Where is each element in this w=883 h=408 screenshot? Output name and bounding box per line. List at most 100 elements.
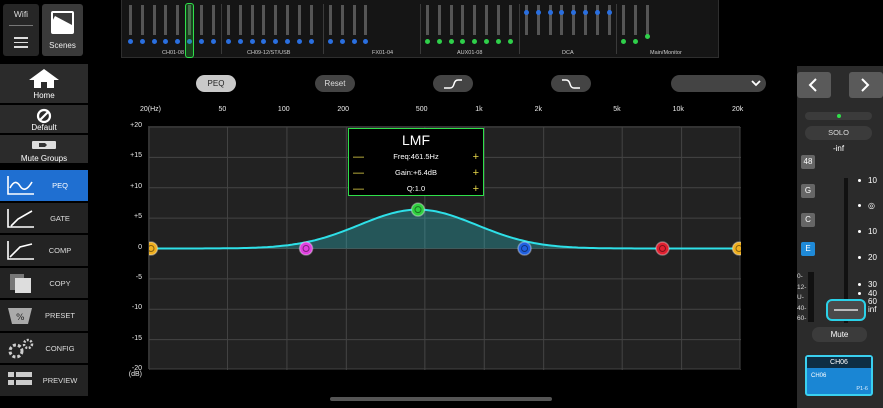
overview-fader[interactable] (199, 5, 203, 35)
overview-fader[interactable] (645, 5, 649, 35)
wifi-menu-button[interactable]: Wifi (3, 4, 39, 56)
nav-preset-button[interactable]: % PRESET (0, 300, 88, 332)
comp-icon (7, 241, 34, 260)
overview-fader[interactable] (297, 5, 301, 35)
overview-fader[interactable] (140, 5, 144, 35)
overview-fader[interactable] (473, 5, 477, 35)
fader-scale-label: ◎ (868, 201, 875, 210)
overview-channel-dot (139, 39, 145, 44)
group-button-c[interactable]: C (801, 213, 815, 227)
gain-tick-label: +10 (130, 182, 142, 190)
default-button[interactable]: Default (0, 105, 88, 134)
high-cut-button[interactable] (551, 75, 591, 92)
nav-label: GATE (50, 213, 70, 223)
freq-decrease-button[interactable]: — (353, 150, 364, 164)
chevron-right-icon (861, 78, 870, 92)
band-parameter-popup: LMF — Freq:461.5Hz + — Gain:+6.4dB + — Q… (348, 128, 484, 196)
overview-fader[interactable] (238, 5, 242, 35)
overview-fader[interactable] (364, 5, 368, 35)
channel-card[interactable]: CH06 CH06 P1-6 (805, 355, 873, 396)
low-cut-button[interactable] (433, 75, 473, 92)
nav-label: CONFIG (45, 343, 75, 353)
mixer-overview-strip[interactable]: CH01-08 CH09-12/ST/USB FX01-04 AUX01-08 DCA M… (121, 0, 719, 58)
nav-label: PREVIEW (42, 376, 78, 385)
channel-name: CH06 (811, 373, 827, 379)
overview-fader[interactable] (461, 5, 465, 35)
band-handle-6[interactable] (731, 241, 747, 256)
mute-groups-button[interactable]: Mute Groups (0, 135, 88, 164)
overview-group-label: DCA (562, 50, 574, 56)
channel-tab: CH06 (807, 357, 871, 368)
overview-fader[interactable] (227, 5, 230, 35)
q-decrease-button[interactable]: — (353, 182, 364, 196)
scale-dot (858, 230, 861, 233)
group-button-e[interactable]: E (801, 242, 815, 256)
gain-decrease-button[interactable]: — (353, 166, 364, 180)
band-title: LMF (402, 132, 430, 148)
app-root: Wifi Scenes CH01-08 CH09-12/ST/USB FX01-04… (0, 0, 883, 408)
overview-fader[interactable] (340, 5, 344, 35)
overview-fader[interactable] (262, 5, 266, 35)
overview-fader[interactable] (352, 5, 356, 35)
channel-input: P1-6 (856, 386, 868, 392)
overview-fader[interactable] (250, 5, 254, 35)
reset-button[interactable]: Reset (315, 75, 355, 92)
overview-channel-dot (175, 39, 181, 44)
fader-scale-label: 10 (868, 227, 877, 236)
overview-fader[interactable] (286, 5, 289, 35)
mute-button[interactable]: Mute (812, 327, 867, 342)
overview-channel-dot (210, 39, 216, 44)
home-indicator[interactable] (330, 397, 552, 401)
overview-fader[interactable] (633, 5, 637, 35)
band-handle-3[interactable] (410, 202, 426, 217)
solo-button[interactable]: SOLO (805, 126, 872, 140)
overview-fader[interactable] (274, 5, 278, 35)
group-button-48[interactable]: 48 (801, 155, 815, 169)
overview-fader[interactable] (152, 5, 156, 35)
overview-fader[interactable] (211, 5, 215, 35)
overview-fader[interactable] (426, 5, 429, 35)
nav-config-button[interactable]: CONFIG (0, 332, 88, 364)
band-handle-4[interactable] (517, 241, 532, 256)
overview-group-label: FX01-04 (372, 50, 394, 56)
group-button-g[interactable]: G (801, 184, 815, 198)
nav-comp-button[interactable]: COMP (0, 235, 88, 267)
peq-toggle-button[interactable]: PEQ (196, 75, 236, 92)
overview-fader[interactable] (508, 5, 512, 35)
band-handle-2[interactable] (298, 241, 314, 256)
home-button[interactable]: Home (0, 64, 88, 104)
freq-row: — Freq:461.5Hz + (349, 150, 483, 164)
overview-fader[interactable] (437, 5, 441, 35)
fader-knob[interactable] (826, 299, 866, 321)
fader-scale-label: 10 (868, 176, 877, 185)
band-handle-1[interactable] (143, 241, 159, 256)
nav-copy-button[interactable]: COPY (0, 267, 88, 299)
band-handle-5[interactable] (655, 241, 670, 256)
overview-fader[interactable] (485, 5, 488, 35)
gain-increase-button[interactable]: + (473, 166, 479, 180)
overview-fader[interactable] (622, 5, 625, 35)
next-channel-button[interactable] (849, 72, 883, 98)
scale-dot (858, 204, 861, 207)
previous-channel-button[interactable] (797, 72, 831, 98)
hamburger-menu-icon (14, 37, 28, 48)
eq-type-dropdown[interactable] (671, 75, 766, 92)
overview-fader[interactable] (496, 5, 500, 35)
overview-divider (420, 4, 421, 54)
overview-fader[interactable] (164, 5, 168, 35)
scenes-button[interactable]: Scenes (42, 4, 83, 56)
overview-group-label: Main/Monitor (650, 50, 682, 56)
nav-peq-button[interactable]: PEQ (0, 170, 88, 202)
overview-fader[interactable] (309, 5, 313, 35)
divider (9, 25, 33, 26)
overview-fader[interactable] (449, 5, 453, 35)
nav-label: COPY (49, 278, 71, 288)
nav-gate-button[interactable]: GATE (0, 202, 88, 234)
q-increase-button[interactable]: + (473, 182, 479, 196)
freq-increase-button[interactable]: + (473, 150, 479, 164)
scenes-label: Scenes (49, 41, 76, 50)
nav-preview-button[interactable]: PREVIEW (0, 365, 88, 397)
overview-fader[interactable] (329, 5, 332, 35)
overview-fader[interactable] (176, 5, 180, 35)
overview-fader[interactable] (129, 5, 132, 35)
